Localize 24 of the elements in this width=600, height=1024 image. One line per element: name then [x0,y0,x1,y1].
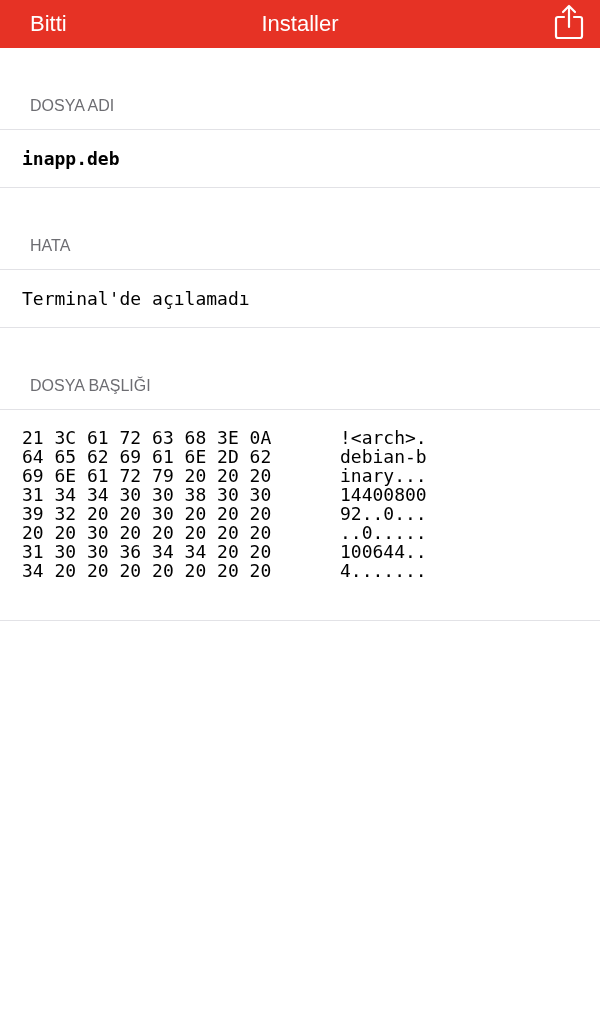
hex-bytes: 31 34 34 30 30 38 30 30 [22,485,273,504]
ascii-text: !<arch>. [340,428,427,447]
hex-bytes: 20 20 30 20 20 20 20 20 [22,523,273,542]
ascii-text: inary... [340,466,427,485]
ascii-text: 92..0... [340,504,427,523]
ascii-text: 100644.. [340,542,427,561]
section-header: HATA [29,236,72,256]
nav-title: Installer [261,11,339,37]
ascii-text: ..0..... [340,523,427,542]
ascii-text: debian-b [340,447,427,466]
hex-bytes: 39 32 20 20 30 20 20 20 [22,504,273,523]
hex-bytes: 64 65 62 69 61 6E 2D 62 [22,447,273,466]
done-button[interactable]: Bitti [30,11,67,37]
hex-bytes: 69 6E 61 72 79 20 20 20 [22,466,273,485]
section-header: DOSYA ADI [29,96,116,116]
cell-value: Terminal'de açılamadı [22,288,250,309]
hex-bytes: 31 30 30 36 34 34 20 20 [22,542,273,561]
ascii-text: 4....... [340,561,427,580]
share-icon[interactable] [554,4,584,40]
hex-bytes: 21 3C 61 72 63 68 3E 0A [22,428,273,447]
ascii-text: 14400800 [340,485,427,504]
section-header: DOSYA BAŞLIĞI [29,375,152,396]
hex-bytes: 34 20 20 20 20 20 20 20 [22,561,273,580]
cell-value: inapp.deb [22,148,120,169]
